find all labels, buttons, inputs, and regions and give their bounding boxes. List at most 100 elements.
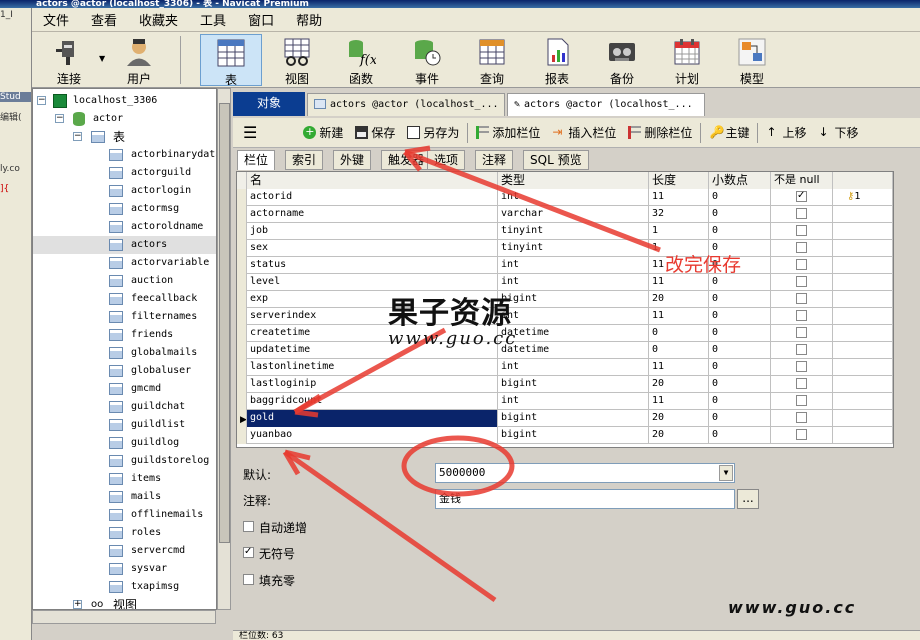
field-name-cell[interactable]: sex (247, 240, 498, 257)
auto-increment-checkbox[interactable]: 自动递增 (243, 519, 307, 536)
not-null-checkbox[interactable] (796, 395, 807, 406)
table-row[interactable]: baggridcount int 11 0 (237, 393, 893, 410)
not-null-checkbox[interactable] (796, 208, 807, 219)
field-type-cell[interactable]: bigint (498, 427, 649, 444)
tab-triggers[interactable]: 触发器 (381, 150, 432, 170)
table-row[interactable]: status int 11 0 (237, 257, 893, 274)
not-null-checkbox[interactable] (796, 378, 807, 389)
not-null-cell[interactable] (771, 189, 833, 206)
row-indicator[interactable] (237, 359, 247, 376)
field-decimals-cell[interactable]: 0 (709, 189, 771, 206)
not-null-cell[interactable] (771, 291, 833, 308)
move-down-button[interactable]: ↓ 下移 (812, 124, 864, 141)
tree-scrollbar[interactable] (217, 88, 231, 610)
primary-key-button[interactable]: 🔑 主键 (703, 124, 755, 141)
schedule-button[interactable]: 计划 (656, 34, 718, 86)
menu-view[interactable]: 查看 (80, 10, 128, 29)
field-name-cell[interactable]: baggridcount (247, 393, 498, 410)
field-type-cell[interactable]: datetime (498, 325, 649, 342)
not-null-checkbox[interactable] (796, 242, 807, 253)
unsigned-checkbox[interactable]: 无符号 (243, 545, 295, 562)
tab-objects[interactable]: 对象 (233, 92, 305, 116)
connect-button[interactable]: 连接 (38, 34, 100, 86)
checkbox-box[interactable] (243, 574, 254, 585)
move-up-button[interactable]: ↑ 上移 (760, 124, 812, 141)
field-decimals-cell[interactable]: 0 (709, 359, 771, 376)
table-row[interactable]: ▶ gold bigint 20 0 (237, 410, 893, 427)
event-button[interactable]: 事件 (396, 34, 458, 86)
field-decimals-cell[interactable]: 0 (709, 410, 771, 427)
not-null-checkbox[interactable] (796, 276, 807, 287)
field-name-cell[interactable]: job (247, 223, 498, 240)
tab-indexes[interactable]: 索引 (285, 150, 324, 170)
row-indicator[interactable] (237, 376, 247, 393)
field-type-cell[interactable]: int (498, 308, 649, 325)
field-decimals-cell[interactable]: 0 (709, 291, 771, 308)
chevron-down-icon[interactable]: ▼ (719, 465, 733, 481)
not-null-cell[interactable] (771, 206, 833, 223)
save-as-button[interactable]: 另存为 (401, 124, 465, 141)
field-type-cell[interactable]: int (498, 257, 649, 274)
checkbox-box[interactable] (243, 521, 254, 532)
field-length-cell[interactable]: 32 (649, 206, 709, 223)
table-row[interactable]: createtime datetime 0 0 (237, 325, 893, 342)
tree-table-item[interactable]: actors (33, 236, 216, 254)
field-type-cell[interactable]: bigint (498, 376, 649, 393)
tab-sql-preview[interactable]: SQL 预览 (523, 150, 589, 170)
field-length-cell[interactable]: 11 (649, 308, 709, 325)
tab-comments[interactable]: 注释 (475, 150, 514, 170)
not-null-cell[interactable] (771, 325, 833, 342)
collapse-icon[interactable]: − (55, 114, 64, 123)
field-name-cell[interactable]: status (247, 257, 498, 274)
not-null-checkbox[interactable] (796, 225, 807, 236)
comment-field[interactable]: 金钱 (435, 489, 735, 509)
field-name-cell[interactable]: yuanbao (247, 427, 498, 444)
save-button[interactable]: 保存 (349, 124, 401, 141)
table-row[interactable]: yuanbao bigint 20 0 (237, 427, 893, 444)
report-button[interactable]: 报表 (526, 34, 588, 86)
field-type-cell[interactable]: datetime (498, 342, 649, 359)
field-length-cell[interactable]: 20 (649, 427, 709, 444)
row-indicator[interactable] (237, 342, 247, 359)
row-indicator[interactable] (237, 393, 247, 410)
new-button[interactable]: + 新建 (297, 124, 349, 141)
field-decimals-cell[interactable]: 0 (709, 376, 771, 393)
insert-field-button[interactable]: ⇥ 插入栏位 (546, 124, 622, 141)
table-row[interactable]: lastloginip bigint 20 0 (237, 376, 893, 393)
row-indicator[interactable] (237, 240, 247, 257)
field-decimals-cell[interactable]: 0 (709, 206, 771, 223)
field-name-cell[interactable]: lastonlinetime (247, 359, 498, 376)
row-indicator[interactable] (237, 325, 247, 342)
row-indicator[interactable] (237, 308, 247, 325)
table-row[interactable]: level int 11 0 (237, 274, 893, 291)
not-null-cell[interactable] (771, 393, 833, 410)
not-null-checkbox[interactable] (796, 429, 807, 440)
table-button[interactable]: 表 (200, 34, 262, 87)
row-indicator[interactable] (237, 223, 247, 240)
collapse-icon[interactable]: − (37, 96, 46, 105)
header-not-null[interactable]: 不是 null (771, 172, 833, 189)
not-null-cell[interactable] (771, 240, 833, 257)
tab-actors-design[interactable]: ✎ actors @actor (localhost_... (507, 93, 705, 116)
table-row[interactable]: serverindex int 11 0 (237, 308, 893, 325)
not-null-checkbox[interactable] (796, 259, 807, 270)
field-type-cell[interactable]: varchar (498, 206, 649, 223)
not-null-cell[interactable] (771, 308, 833, 325)
field-name-cell[interactable]: lastloginip (247, 376, 498, 393)
not-null-checkbox[interactable] (796, 189, 807, 202)
row-indicator[interactable]: ▶ (237, 410, 247, 427)
model-button[interactable]: 模型 (721, 34, 783, 86)
field-decimals-cell[interactable]: 0 (709, 393, 771, 410)
scrollbar-thumb[interactable] (219, 103, 230, 543)
not-null-cell[interactable] (771, 342, 833, 359)
not-null-cell[interactable] (771, 376, 833, 393)
field-length-cell[interactable]: 1 (649, 223, 709, 240)
view-button[interactable]: 视图 (266, 34, 328, 86)
row-indicator[interactable] (237, 206, 247, 223)
header-length[interactable]: 长度 (649, 172, 709, 189)
field-type-cell[interactable]: int (498, 393, 649, 410)
row-indicator[interactable] (237, 189, 247, 206)
not-null-cell[interactable] (771, 223, 833, 240)
table-row[interactable]: lastonlinetime int 11 0 (237, 359, 893, 376)
function-button[interactable]: f(x) 函数 (330, 34, 392, 86)
